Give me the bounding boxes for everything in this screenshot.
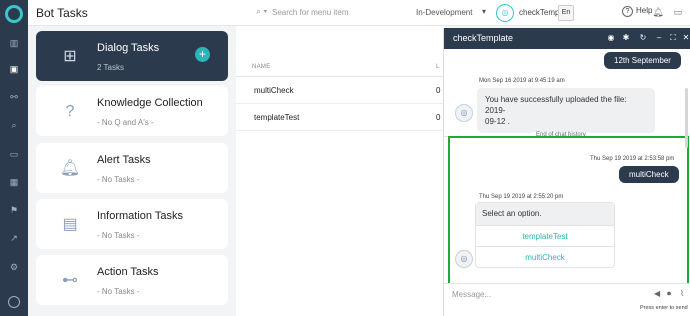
bot-avatar-icon[interactable]: ◎ [496,4,514,22]
task-card-information[interactable]: ▤ Information Tasks - No Tasks - [36,199,228,249]
chat-toggle-icon[interactable]: ▭ [672,6,684,18]
chevron-down-icon: ▾ [482,7,487,16]
close-icon[interactable]: ✕ [681,33,690,43]
chat-title: checkTemplate [453,33,514,43]
knowledge-collection-icon: ? [65,103,75,120]
attachment-icon[interactable]: ⌇ [680,289,684,298]
dashboard-icon[interactable]: ▥ [9,38,19,48]
settings-icon[interactable]: ⚙ [9,262,19,272]
table-row[interactable]: multiCheck 0 [236,77,446,104]
bot-message: You have successfully uploaded the file:… [477,88,655,133]
action-tasks-icon: ⊷ [62,272,78,289]
send-hint: Press enter to send [640,305,688,311]
chat-icon[interactable]: ▭ [9,149,19,159]
task-card-alert[interactable]: 🔔︎ Alert Tasks - No Tasks - [36,143,228,193]
search-input[interactable]: ⌕ ▾ Search for menu item [254,6,394,20]
refresh-icon[interactable]: ↻ [638,33,648,43]
dialog-task-list: NAME L multiCheck 0 templateTest 0 [236,26,446,316]
message-timestamp: Thu Sep 19 2019 at 2:55:20 pm [479,194,564,200]
bot-tasks-icon[interactable]: ▣ [9,64,19,74]
user-message: 12th September [604,52,681,69]
help-icon: ? [622,6,633,17]
bot-avatar-icon: ◎ [455,250,473,268]
column-header-name[interactable]: NAME [252,64,271,70]
table-row[interactable]: templateTest 0 [236,104,446,131]
bot-prompt: Select an option. [476,203,614,225]
top-bar: Bot Tasks ⌕ ▾ Search for menu item In-De… [28,0,690,26]
message-timestamp: Mon Sep 16 2019 at 9:45:19 am [479,78,565,84]
column-header-second: L [436,64,440,70]
search-icon: ⌕ ▾ [256,6,268,16]
minimize-icon[interactable]: – [654,33,664,43]
information-tasks-icon: ▤ [62,216,78,233]
analytics-icon[interactable]: ↗ [9,233,19,243]
bot-avatar-icon: ◎ [455,104,473,122]
chat-scrollbar[interactable] [685,88,688,148]
user-message: multiCheck [619,166,679,183]
chat-header: checkTemplate ◉ ✱ ↻ – ⛶ ✕ [444,28,690,49]
apps-icon[interactable]: ▦ [9,177,19,187]
task-card-dialog[interactable]: ⊞ Dialog Tasks 2 Tasks + [36,31,228,81]
task-card-knowledge[interactable]: ? Knowledge Collection - No Q and A's - [36,86,228,136]
account-icon[interactable] [8,296,20,308]
message-timestamp: Thu Sep 19 2019 at 2:53:58 pm [590,156,675,162]
dialog-tasks-icon: ⊞ [63,48,77,65]
record-icon[interactable]: ◉ [606,33,616,43]
speaker-icon[interactable]: ◀ [654,289,660,298]
chat-window: checkTemplate ◉ ✱ ↻ – ⛶ ✕ 12th September… [443,28,690,316]
expand-icon[interactable]: ⛶ [668,33,678,43]
flow-icon[interactable]: ⚯ [9,92,19,102]
bot-options-card: Select an option. templateTest multiChec… [475,202,615,268]
microphone-icon[interactable]: ⏺ [667,289,671,299]
message-composer: Message... ◀ ⏺ ⌇ Press enter to send [444,283,690,316]
alert-tasks-icon: 🔔︎ [59,160,81,177]
debug-icon[interactable]: ✱ [621,33,631,43]
option-button-templatetest[interactable]: templateTest [476,225,614,246]
left-nav-rail: ▥ ▣ ⚯ ⌕ ▭ ▦ ⚑ ↗ ⚙ [0,0,28,316]
app-logo-icon[interactable] [5,5,23,23]
help-button[interactable]: ? Help [622,6,652,17]
environment-select[interactable]: In-Development ▾ [416,7,486,17]
flag-icon[interactable]: ⚑ [9,205,19,215]
add-dialog-task-button[interactable]: + [195,47,210,62]
option-button-multicheck[interactable]: multiCheck [476,246,614,267]
page-title: Bot Tasks [36,6,88,20]
language-button[interactable]: En [558,5,574,21]
notifications-icon[interactable]: 🔔︎ [652,6,664,18]
search-nav-icon[interactable]: ⌕ [9,120,19,130]
task-card-action[interactable]: ⊷ Action Tasks - No Tasks - [36,255,228,305]
message-input[interactable]: Message... [452,290,491,299]
